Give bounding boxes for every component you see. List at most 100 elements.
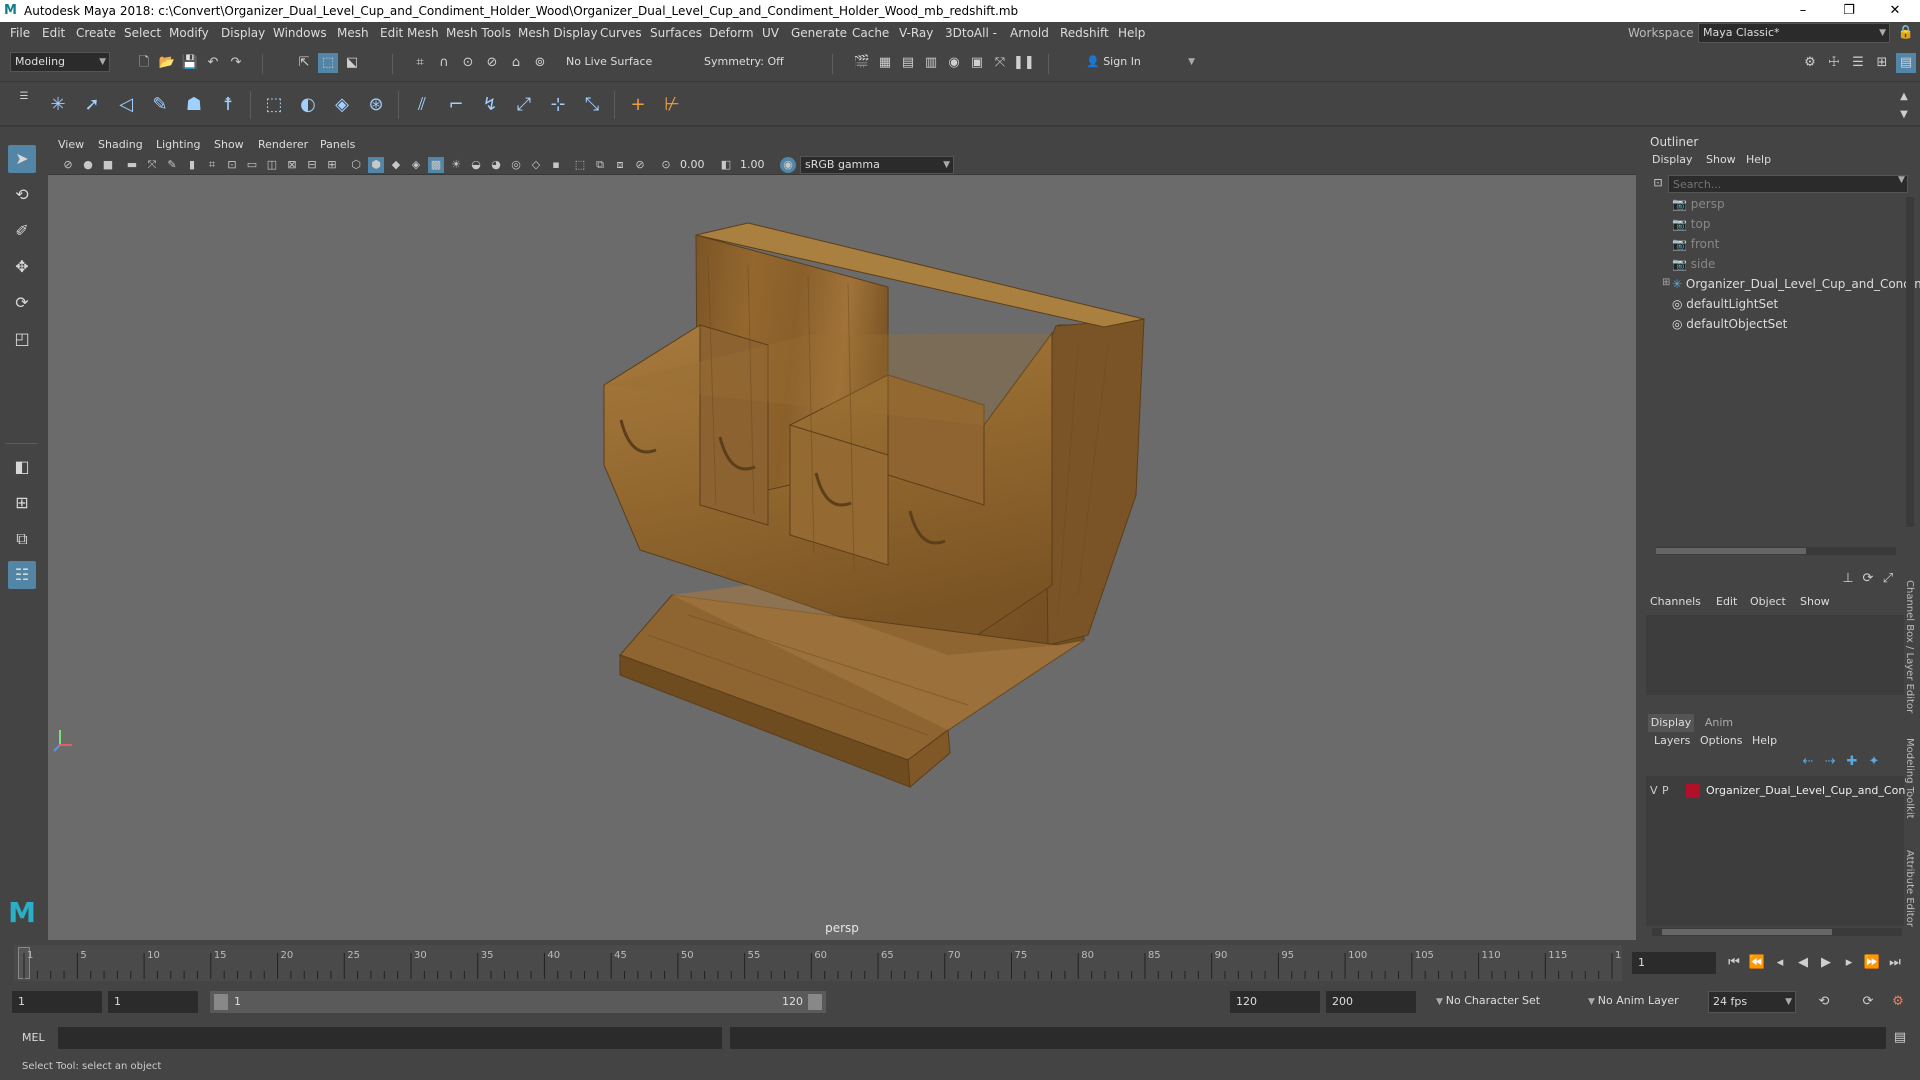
- poly-plane-icon[interactable]: ⊛: [362, 91, 390, 119]
- shadows-icon[interactable]: ◒: [468, 157, 484, 173]
- attribute-editor-icon[interactable]: ☰: [1848, 53, 1868, 73]
- workspace-dropdown[interactable]: Maya Classic* ▼: [1698, 23, 1890, 43]
- viewport-persp[interactable]: persp: [48, 175, 1636, 940]
- snap-pivot-icon[interactable]: ⊬: [658, 91, 686, 119]
- menu-generate[interactable]: Generate: [791, 26, 847, 40]
- sign-in-button[interactable]: 👤 Sign In ▼: [1082, 53, 1198, 73]
- bridge-icon[interactable]: ↯: [476, 91, 504, 119]
- render-settings-icon[interactable]: ▥: [921, 53, 941, 73]
- render-sequence-icon[interactable]: ▦: [875, 53, 895, 73]
- layers-menu-help[interactable]: Help: [1752, 734, 1777, 747]
- camera-attributes-icon[interactable]: ●: [80, 157, 96, 173]
- range-slider[interactable]: 1 120: [210, 991, 826, 1013]
- single-perspective-layout-icon[interactable]: ◧: [8, 453, 36, 481]
- command-language-label[interactable]: MEL: [22, 1031, 45, 1044]
- menu-edit-mesh[interactable]: Edit Mesh: [380, 26, 439, 40]
- rotate-tool-icon[interactable]: ⟳: [8, 289, 36, 317]
- grid-icon[interactable]: ⌗: [204, 157, 220, 173]
- field-chart-icon[interactable]: ⊠: [284, 157, 300, 173]
- menu-mesh-display[interactable]: Mesh Display: [518, 26, 598, 40]
- screen-space-ao-icon[interactable]: ◕: [488, 157, 504, 173]
- quick-rig-icon[interactable]: ☗: [180, 91, 208, 119]
- grease-pencil-icon[interactable]: ✎: [164, 157, 180, 173]
- new-scene-icon[interactable]: 🗋: [134, 53, 154, 73]
- pivot-icon[interactable]: +: [624, 91, 652, 119]
- panel-menu-shading[interactable]: Shading: [98, 138, 143, 151]
- exposure-field[interactable]: 0.00: [676, 157, 716, 173]
- snap-point-icon[interactable]: ⊙: [458, 53, 478, 73]
- menu-curves[interactable]: Curves: [600, 26, 642, 40]
- snap-surface-icon[interactable]: ⌂: [506, 53, 526, 73]
- outliner-item-top[interactable]: 📷 top: [1672, 217, 1710, 231]
- outliner-layout-icon[interactable]: ☷: [8, 561, 36, 589]
- pencil-curve-icon[interactable]: ✎: [146, 91, 174, 119]
- live-surface-field[interactable]: No Live Surface: [562, 53, 664, 73]
- poly-cylinder-icon[interactable]: ◈: [328, 91, 356, 119]
- shelf-menu-icon[interactable]: ☰: [14, 87, 34, 107]
- character-controls-icon[interactable]: ☩: [1824, 53, 1844, 73]
- paint-select-tool-icon[interactable]: ✐: [8, 217, 36, 245]
- image-plane-icon[interactable]: ▬: [124, 157, 140, 173]
- view-transform-dropdown[interactable]: sRGB gamma ▼: [800, 156, 954, 174]
- symmetry-dropdown[interactable]: Symmetry: Off: [700, 53, 804, 73]
- snap-view-icon[interactable]: ⊘: [482, 53, 502, 73]
- channel-box-icon[interactable]: ▤: [1896, 53, 1916, 73]
- scale-tool-icon[interactable]: ◰: [8, 325, 36, 353]
- film-gate-icon[interactable]: ⊡: [224, 157, 240, 173]
- extrude-icon[interactable]: ⫽: [408, 91, 436, 119]
- select-camera-icon[interactable]: ⊘: [60, 157, 76, 173]
- xray-joints-icon[interactable]: ⊘: [632, 157, 648, 173]
- animation-preferences-icon[interactable]: ⚙: [1888, 992, 1908, 1012]
- pause-icon[interactable]: ❚❚: [1013, 53, 1035, 73]
- menu-file[interactable]: File: [10, 26, 30, 40]
- time-slider[interactable]: 1 5 10 15 20 25 30 35 40 45 50 55 60 65 70 75 80 85 90 95 10…: [0, 945, 1920, 981]
- auto-key-icon[interactable]: ⟳: [1858, 992, 1878, 1012]
- redshift-icon[interactable]: ⤧: [990, 53, 1010, 73]
- xray-icon[interactable]: ⧉: [592, 157, 608, 173]
- menu-display[interactable]: Display: [221, 26, 265, 40]
- loop-icon[interactable]: ⟲: [1814, 992, 1834, 1012]
- select-by-component-icon[interactable]: ⬕: [342, 53, 362, 73]
- menu-surfaces[interactable]: Surfaces: [650, 26, 702, 40]
- playback-start-field[interactable]: 1: [108, 991, 198, 1013]
- go-to-start-icon[interactable]: ⏮: [1724, 953, 1744, 973]
- play-forwards-icon[interactable]: ▶: [1816, 953, 1836, 973]
- select-by-hierarchy-icon[interactable]: ⇱: [294, 53, 314, 73]
- curve-ep-icon[interactable]: ➚: [78, 91, 106, 119]
- panel-menu-renderer[interactable]: Renderer: [258, 138, 308, 151]
- save-scene-icon[interactable]: 💾: [180, 53, 200, 73]
- resolution-gate-icon[interactable]: ▭: [244, 157, 260, 173]
- open-scene-icon[interactable]: 📂: [157, 53, 177, 73]
- tab-display[interactable]: Display: [1648, 714, 1694, 732]
- safe-title-icon[interactable]: ⊞: [324, 157, 340, 173]
- default-material-icon[interactable]: ◆: [388, 157, 404, 173]
- character-set-dropdown[interactable]: ▼ No Character Set: [1432, 991, 1582, 1013]
- outliner-vertical-scrollbar[interactable]: [1906, 197, 1914, 527]
- menu-windows[interactable]: Windows: [273, 26, 327, 40]
- snap-curve-icon[interactable]: ∩: [434, 53, 454, 73]
- wireframe-on-shaded-icon[interactable]: ◈: [408, 157, 424, 173]
- maximize-button[interactable]: ❐: [1826, 0, 1872, 22]
- outliner-menu-help[interactable]: Help: [1746, 153, 1771, 166]
- redo-icon[interactable]: ↷: [226, 53, 246, 73]
- outliner-horizontal-scrollbar[interactable]: [1656, 547, 1896, 555]
- layer-playback-toggle[interactable]: P: [1662, 784, 1669, 797]
- side-tab-channel-box[interactable]: Channel Box / Layer Editor: [1904, 580, 1915, 713]
- minimize-button[interactable]: –: [1780, 0, 1826, 22]
- color-management-icon[interactable]: ◉: [780, 157, 796, 173]
- end-time-field[interactable]: 200: [1326, 991, 1416, 1013]
- menu-create[interactable]: Create: [76, 26, 116, 40]
- channel-box-pin-icon[interactable]: ⊥: [1838, 569, 1858, 589]
- gamma-icon[interactable]: ◧: [718, 157, 734, 173]
- snap-vertex-icon[interactable]: ⊚: [530, 53, 550, 73]
- layer-name[interactable]: Organizer_Dual_Level_Cup_and_Con: [1706, 784, 1905, 797]
- channels-menu-object[interactable]: Object: [1750, 595, 1786, 608]
- anim-layer-dropdown[interactable]: ▼ No Anim Layer: [1584, 991, 1688, 1013]
- lasso-tool-icon[interactable]: ⟲: [8, 181, 36, 209]
- shelf-scroll-up-icon[interactable]: ▲: [1894, 87, 1914, 107]
- outliner-item-defaultobjectset[interactable]: ◎ defaultObjectSet: [1672, 317, 1787, 331]
- new-layer-icon[interactable]: ✚: [1842, 752, 1862, 772]
- snap-grid-icon[interactable]: ⌗: [410, 53, 430, 73]
- panel-menu-lighting[interactable]: Lighting: [156, 138, 200, 151]
- step-back-key-icon[interactable]: ⏪: [1747, 953, 1767, 973]
